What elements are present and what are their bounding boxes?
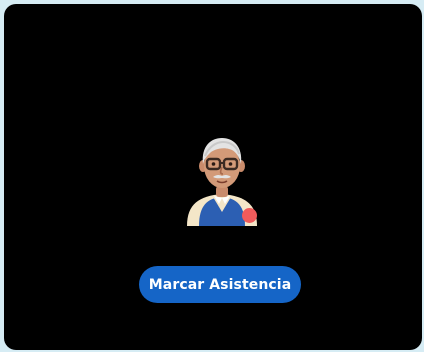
mark-attendance-button[interactable]: Marcar Asistencia [139, 266, 301, 303]
status-indicator [242, 208, 257, 223]
main-panel: Marcar Asistencia [4, 4, 422, 350]
